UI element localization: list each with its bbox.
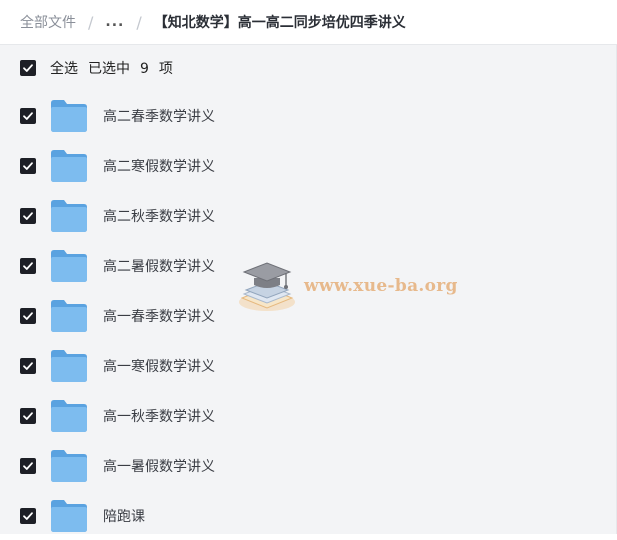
folder-name[interactable]: 高二春季数学讲义 [103, 106, 215, 126]
select-all-checkbox[interactable] [20, 60, 36, 76]
checkmark-icon [23, 112, 33, 120]
checkmark-icon [23, 262, 33, 270]
folder-row[interactable]: 高一寒假数学讲义 [0, 341, 617, 391]
folder-icon [51, 500, 87, 532]
folder-icon [51, 250, 87, 282]
select-all-label[interactable]: 全选 [50, 61, 78, 77]
selected-count: 9 [140, 61, 149, 77]
folder-row[interactable]: 高二暑假数学讲义 [0, 241, 617, 291]
file-list-panel: 全选 已选中 9 项 高二春季数学讲义 高二寒假数学讲义 高二秋季数学讲义 高二暑假数学讲义… [0, 44, 617, 534]
checkmark-icon [23, 412, 33, 420]
checkmark-icon [23, 312, 33, 320]
folder-icon [51, 150, 87, 182]
folder-checkbox[interactable] [20, 158, 36, 174]
breadcrumb-bar: 全部文件 / ... / 【知北数学】高一高二同步培优四季讲义 [0, 0, 617, 44]
breadcrumb-separator: / [136, 12, 142, 32]
checkmark-icon [23, 462, 33, 470]
folder-row[interactable]: 高二寒假数学讲义 [0, 141, 617, 191]
folder-icon [51, 200, 87, 232]
select-all-bar: 全选 已选中 9 项 [0, 45, 617, 91]
folder-checkbox[interactable] [20, 508, 36, 524]
folder-icon [51, 300, 87, 332]
folder-list: 高二春季数学讲义 高二寒假数学讲义 高二秋季数学讲义 高二暑假数学讲义 高一春季数学讲义… [0, 91, 617, 540]
folder-row[interactable]: 高二春季数学讲义 [0, 91, 617, 141]
folder-name[interactable]: 高二暑假数学讲义 [103, 256, 215, 276]
breadcrumb-root[interactable]: 全部文件 [20, 12, 76, 32]
folder-icon [51, 450, 87, 482]
folder-row[interactable]: 陪跑课 [0, 491, 617, 540]
folder-name[interactable]: 高一暑假数学讲义 [103, 456, 215, 476]
folder-name[interactable]: 高一春季数学讲义 [103, 306, 215, 326]
folder-row[interactable]: 高二秋季数学讲义 [0, 191, 617, 241]
checkmark-icon [23, 362, 33, 370]
checkmark-icon [23, 212, 33, 220]
folder-name[interactable]: 高二秋季数学讲义 [103, 206, 215, 226]
folder-row[interactable]: 高一暑假数学讲义 [0, 441, 617, 491]
folder-checkbox[interactable] [20, 258, 36, 274]
folder-checkbox[interactable] [20, 458, 36, 474]
folder-checkbox[interactable] [20, 308, 36, 324]
folder-icon [51, 350, 87, 382]
folder-checkbox[interactable] [20, 108, 36, 124]
folder-name[interactable]: 高二寒假数学讲义 [103, 156, 215, 176]
folder-name[interactable]: 高一寒假数学讲义 [103, 356, 215, 376]
breadcrumb-current: 【知北数学】高一高二同步培优四季讲义 [153, 15, 406, 31]
folder-icon [51, 100, 87, 132]
folder-row[interactable]: 高一春季数学讲义 [0, 291, 617, 341]
breadcrumb-separator: / [88, 12, 94, 32]
folder-icon [51, 400, 87, 432]
folder-name[interactable]: 高一秋季数学讲义 [103, 406, 215, 426]
checkmark-icon [23, 512, 33, 520]
checkmark-icon [23, 64, 33, 72]
folder-checkbox[interactable] [20, 208, 36, 224]
selected-suffix: 项 [158, 61, 173, 77]
folder-name[interactable]: 陪跑课 [103, 506, 145, 526]
checkmark-icon [23, 162, 33, 170]
selection-summary: 全选 已选中 9 项 [50, 58, 173, 78]
folder-checkbox[interactable] [20, 408, 36, 424]
folder-checkbox[interactable] [20, 358, 36, 374]
folder-row[interactable]: 高一秋季数学讲义 [0, 391, 617, 441]
breadcrumb-ellipsis[interactable]: ... [105, 14, 124, 30]
selected-prefix: 已选中 [88, 61, 130, 77]
